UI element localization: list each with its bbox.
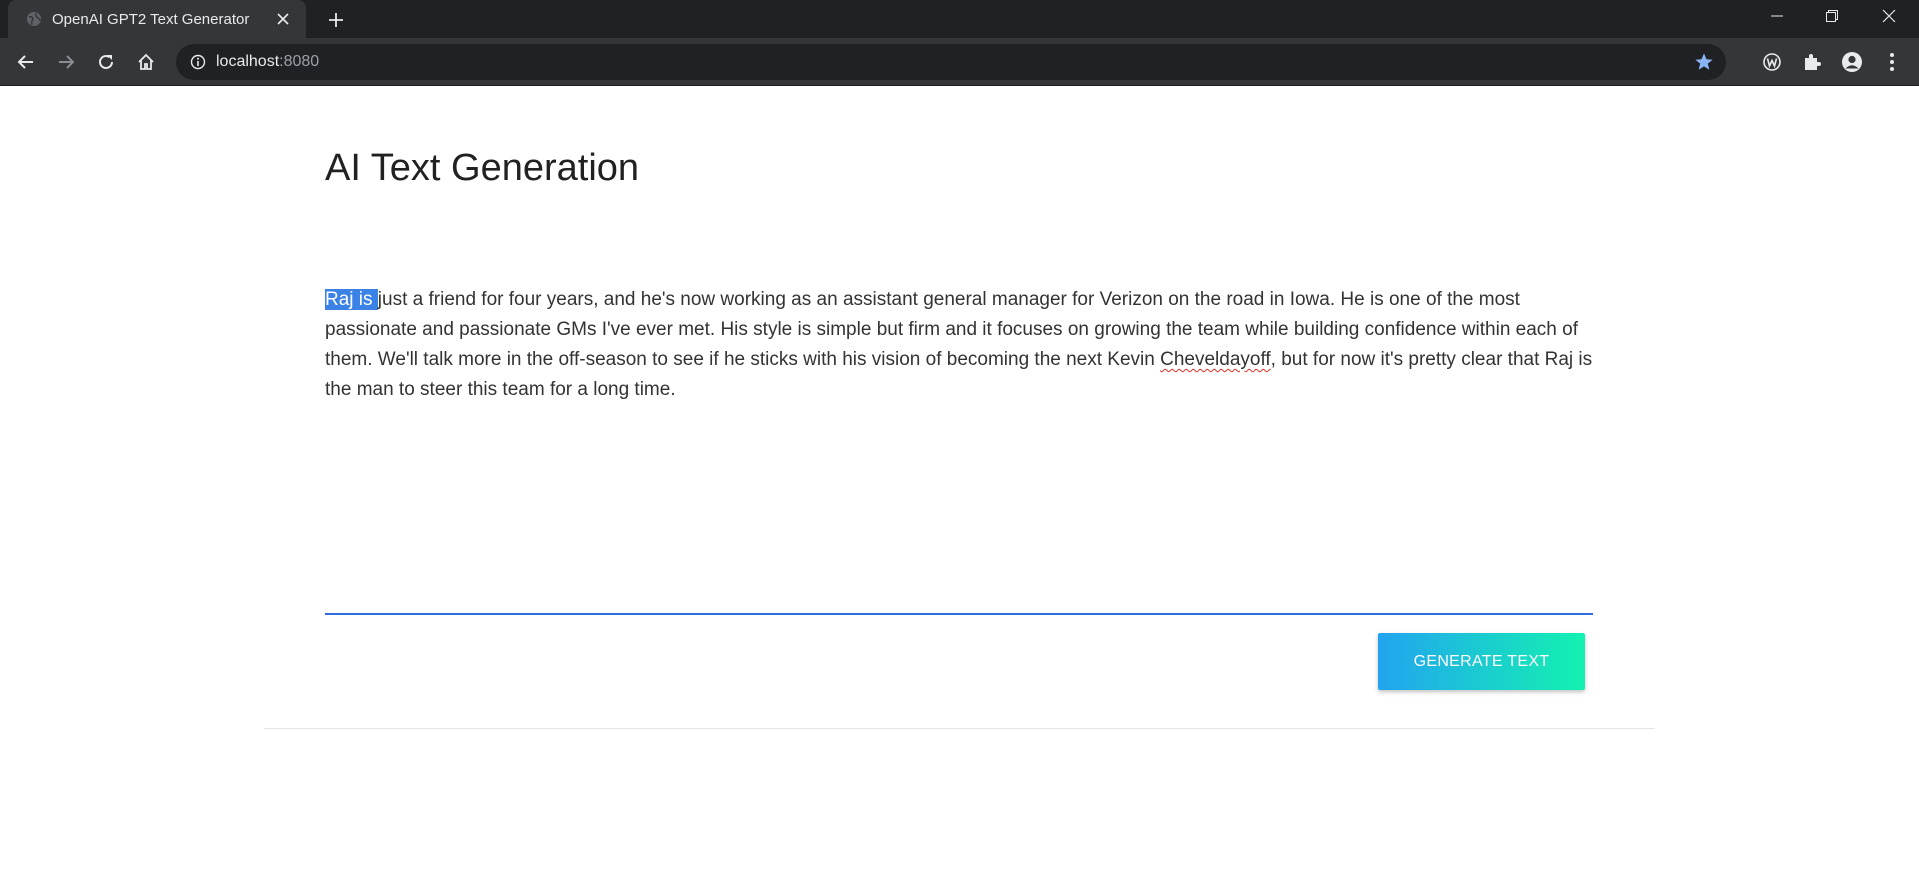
minimize-icon[interactable]	[1754, 0, 1800, 32]
tab-title: OpenAI GPT2 Text Generator	[52, 10, 250, 28]
tab-strip: OpenAI GPT2 Text Generator	[0, 0, 1919, 38]
restore-icon[interactable]	[1809, 0, 1855, 32]
address-bar[interactable]: localhost:8080	[176, 44, 1726, 80]
globe-icon	[26, 11, 42, 27]
url-text: localhost:8080	[216, 53, 319, 71]
url-host: localhost	[216, 53, 280, 70]
new-tab-icon[interactable]	[322, 6, 350, 34]
misspelled-word: Cheveldayoff	[1160, 349, 1271, 370]
generated-text: Raj is just a friend for four years, and…	[325, 285, 1593, 405]
selected-text: Raj is	[325, 289, 378, 310]
forward-arrow-icon[interactable]	[50, 46, 82, 78]
divider	[264, 728, 1655, 729]
page-body: AI Text Generation Raj is just a friend …	[0, 87, 1919, 871]
bookmark-star-icon[interactable]	[1694, 52, 1714, 72]
generated-text-area[interactable]: Raj is just a friend for four years, and…	[325, 285, 1593, 615]
home-icon[interactable]	[130, 46, 162, 78]
site-info-icon[interactable]	[188, 52, 208, 72]
browser-tab[interactable]: OpenAI GPT2 Text Generator	[8, 0, 306, 38]
generate-text-button[interactable]: GENERATE TEXT	[1378, 633, 1585, 690]
back-arrow-icon[interactable]	[10, 46, 42, 78]
extensions-puzzle-icon[interactable]	[1796, 46, 1828, 78]
menu-kebab-icon[interactable]	[1876, 46, 1908, 78]
reload-icon[interactable]	[90, 46, 122, 78]
profile-avatar-icon[interactable]	[1836, 46, 1868, 78]
url-port: :8080	[279, 53, 320, 70]
browser-toolbar: localhost:8080	[0, 38, 1919, 86]
close-window-icon[interactable]	[1866, 0, 1912, 32]
extension-w-icon[interactable]	[1756, 46, 1788, 78]
page-title: AI Text Generation	[325, 147, 640, 189]
close-tab-icon[interactable]	[272, 8, 294, 30]
